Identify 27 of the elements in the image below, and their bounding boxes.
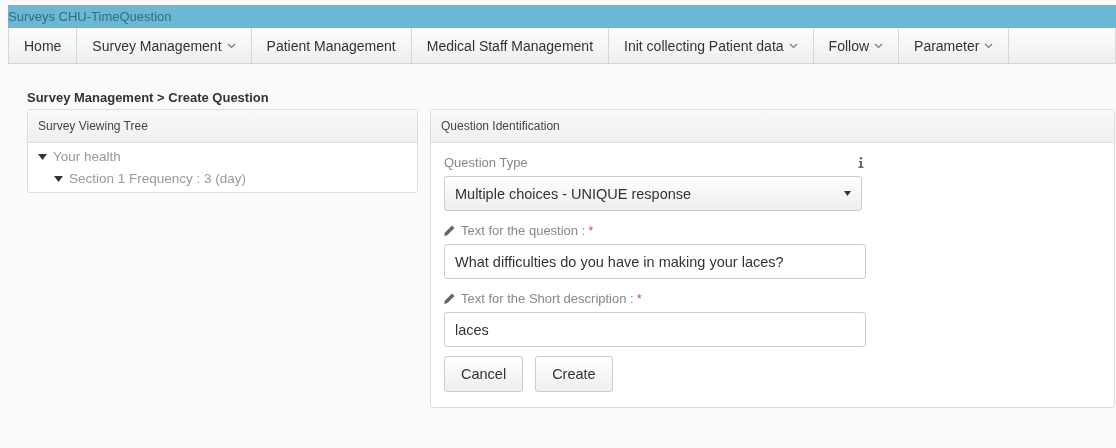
question-type-select[interactable]: Multiple choices - UNIQUE response bbox=[444, 176, 862, 211]
nav-menu-item[interactable]: Survey Management bbox=[77, 28, 252, 63]
nav-menu-item[interactable]: Follow bbox=[813, 28, 900, 63]
info-icon[interactable] bbox=[858, 157, 864, 168]
cancel-button[interactable]: Cancel bbox=[444, 356, 524, 392]
pencil-icon bbox=[444, 225, 455, 236]
panel-header: Question Identification bbox=[431, 110, 1114, 143]
expanded-triangle-icon[interactable] bbox=[54, 175, 63, 182]
text-input[interactable]: What difficulties do you have in making your laces? bbox=[444, 244, 866, 279]
expanded-triangle-icon[interactable] bbox=[38, 153, 47, 160]
pencil-icon bbox=[444, 293, 455, 304]
nav-menu-item[interactable]: Init collecting Patient data bbox=[609, 28, 814, 63]
nav-menu-item[interactable]: Patient Management bbox=[251, 28, 412, 63]
required-asterisk: * bbox=[636, 291, 642, 306]
panel-header: Survey Viewing Tree bbox=[28, 110, 417, 143]
field-label: Question Type bbox=[444, 155, 528, 170]
field-label: Text for the Short description : bbox=[461, 291, 634, 306]
window-title: Surveys CHU-TimeQuestion bbox=[8, 5, 1116, 28]
dropdown-triangle-icon bbox=[844, 191, 851, 196]
create-button[interactable]: Create bbox=[535, 356, 613, 392]
breadcrumb: Survey Management > Create Question bbox=[27, 90, 270, 105]
nav-menu-item[interactable]: Parameter bbox=[899, 28, 1010, 63]
text-input[interactable]: laces bbox=[444, 312, 866, 347]
field-label: Text for the question : bbox=[461, 223, 586, 238]
nav-menu-item[interactable]: Medical Staff Management bbox=[411, 28, 610, 63]
nav-menu-item[interactable]: Home bbox=[9, 28, 78, 63]
required-asterisk: * bbox=[588, 223, 594, 238]
